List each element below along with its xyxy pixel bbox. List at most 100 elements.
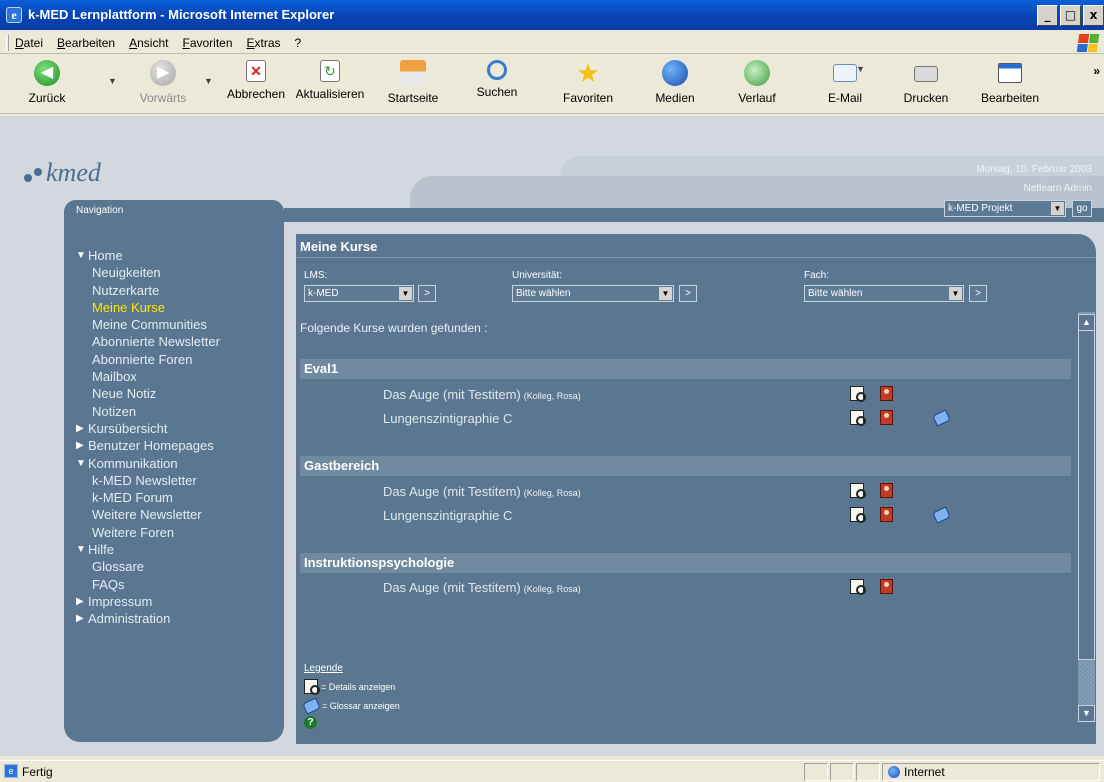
toolbar-more-chevron[interactable]: » bbox=[1093, 64, 1100, 78]
legend-title[interactable]: Legende bbox=[304, 663, 343, 674]
scroll-down-button[interactable]: ▼ bbox=[1078, 705, 1095, 722]
status-bar: e Fertig Internet bbox=[0, 760, 1104, 782]
nav-weitere-newsletter[interactable]: Weitere Newsletter bbox=[76, 506, 220, 523]
legend-glossar-text: = Glossar anzeigen bbox=[322, 701, 400, 711]
fach-select[interactable]: Bitte wählen ▼ bbox=[804, 285, 964, 302]
back-button[interactable]: ◀ Zurück bbox=[22, 60, 72, 105]
tutor-icon[interactable] bbox=[880, 579, 893, 594]
close-button[interactable]: x bbox=[1083, 5, 1104, 26]
favorites-button[interactable]: ★ Favoriten bbox=[556, 60, 620, 105]
menu-help[interactable]: ? bbox=[295, 36, 302, 50]
glossar-icon[interactable] bbox=[932, 506, 951, 524]
minimize-button[interactable]: _ bbox=[1037, 5, 1058, 26]
forward-button[interactable]: ▶ Vorwärts bbox=[128, 60, 198, 105]
status-pane bbox=[830, 763, 854, 781]
media-label: Medien bbox=[655, 91, 695, 105]
print-button[interactable]: Drucken bbox=[900, 60, 952, 105]
nav-faqs[interactable]: FAQs bbox=[76, 576, 220, 593]
nav-benutzer-homepages[interactable]: ▶ Benutzer Homepages bbox=[76, 437, 220, 454]
scroll-up-button[interactable]: ▲ bbox=[1078, 314, 1095, 331]
stop-button[interactable]: ✕ Abbrechen bbox=[224, 60, 288, 101]
nav-kmed-forum[interactable]: k-MED Forum bbox=[76, 489, 220, 506]
current-user: Netlearn Admin bbox=[1023, 183, 1092, 194]
details-icon[interactable] bbox=[850, 410, 866, 426]
tutor-icon[interactable] bbox=[880, 410, 893, 425]
nav-weitere-foren[interactable]: Weitere Foren bbox=[76, 524, 220, 541]
nav-nutzerkarte[interactable]: Nutzerkarte bbox=[76, 282, 220, 299]
course-link[interactable]: Das Auge (mit Testitem) (Kolleg, Rosa) bbox=[383, 580, 581, 595]
uni-select[interactable]: Bitte wählen ▼ bbox=[512, 285, 674, 302]
nav-meine-kurse[interactable]: Meine Kurse bbox=[76, 299, 220, 316]
uni-label: Universität: bbox=[512, 270, 563, 281]
course-link[interactable]: Lungenszintigraphie C bbox=[383, 508, 512, 523]
home-button[interactable]: Startseite bbox=[380, 60, 446, 105]
nav-kursuebersicht[interactable]: ▶ Kursübersicht bbox=[76, 420, 220, 437]
nav-mailbox[interactable]: Mailbox bbox=[76, 368, 220, 385]
refresh-label: Aktualisieren bbox=[295, 87, 365, 101]
mail-dropdown-icon[interactable]: ▼ bbox=[856, 64, 865, 74]
project-go-button[interactable]: go bbox=[1072, 200, 1092, 217]
course-row: Lungenszintigraphie C bbox=[300, 505, 1071, 527]
nav-notizen[interactable]: Notizen bbox=[76, 403, 220, 420]
fach-go-button[interactable]: > bbox=[969, 285, 987, 302]
refresh-button[interactable]: ↻ Aktualisieren bbox=[292, 60, 368, 101]
tutor-icon[interactable] bbox=[880, 386, 893, 401]
details-icon[interactable] bbox=[850, 386, 866, 402]
content-scrollbar-thumb[interactable] bbox=[1078, 330, 1095, 660]
menu-ansicht[interactable]: Ansicht bbox=[129, 36, 168, 50]
nav-home[interactable]: ▼ Home bbox=[76, 247, 220, 264]
uni-go-button[interactable]: > bbox=[679, 285, 697, 302]
course-link[interactable]: Lungenszintigraphie C bbox=[383, 411, 512, 426]
stop-label: Abbrechen bbox=[226, 87, 286, 101]
tutor-icon[interactable] bbox=[880, 507, 893, 522]
details-icon[interactable] bbox=[850, 507, 866, 523]
nav-abonnierte-newsletter[interactable]: Abonnierte Newsletter bbox=[76, 333, 220, 350]
nav-meine-communities[interactable]: Meine Communities bbox=[76, 316, 220, 333]
course-link[interactable]: Das Auge (mit Testitem) (Kolleg, Rosa) bbox=[383, 484, 581, 499]
lms-label: LMS: bbox=[304, 270, 328, 281]
nav-kommunikation[interactable]: ▼ Kommunikation bbox=[76, 455, 220, 472]
menu-favoriten[interactable]: Favoriten bbox=[182, 36, 232, 50]
mail-icon bbox=[833, 64, 857, 82]
forward-arrow-icon: ▶ bbox=[150, 60, 176, 86]
nav-administration[interactable]: ▶ Administration bbox=[76, 610, 220, 627]
home-label: Startseite bbox=[387, 91, 439, 105]
search-button[interactable]: Suchen bbox=[472, 60, 522, 99]
menu-extras[interactable]: Extras bbox=[247, 36, 281, 50]
course-group-header: Gastbereich bbox=[300, 456, 1071, 476]
nav-neue-notiz[interactable]: Neue Notiz bbox=[76, 385, 220, 402]
project-select[interactable]: k-MED Projekt ▼ bbox=[944, 200, 1066, 217]
menu-bar: Datei Bearbeiten Ansicht Favoriten Extra… bbox=[0, 32, 1104, 54]
details-icon[interactable] bbox=[850, 483, 866, 499]
media-button[interactable]: Medien bbox=[652, 60, 698, 105]
search-icon bbox=[487, 60, 507, 80]
forward-dropdown-icon[interactable]: ▼ bbox=[204, 76, 213, 86]
chevron-down-icon: ▼ bbox=[1051, 202, 1064, 215]
nav-neuigkeiten[interactable]: Neuigkeiten bbox=[76, 264, 220, 281]
lms-go-button[interactable]: > bbox=[418, 285, 436, 302]
history-button[interactable]: Verlauf bbox=[730, 60, 784, 105]
glossar-icon[interactable] bbox=[932, 409, 951, 427]
maximize-button[interactable]: □ bbox=[1060, 5, 1081, 26]
nav-abonnierte-foren[interactable]: Abonnierte Foren bbox=[76, 351, 220, 368]
kmed-logo[interactable]: kmed bbox=[24, 158, 101, 188]
nav-hilfe[interactable]: ▼ Hilfe bbox=[76, 541, 220, 558]
menu-bearbeiten[interactable]: Bearbeiten bbox=[57, 36, 115, 50]
course-link[interactable]: Das Auge (mit Testitem) (Kolleg, Rosa) bbox=[383, 387, 581, 402]
triangle-right-icon: ▶ bbox=[76, 422, 84, 434]
nav-glossare[interactable]: Glossare bbox=[76, 558, 220, 575]
edit-button[interactable]: Bearbeiten bbox=[978, 60, 1042, 105]
tutor-icon[interactable] bbox=[880, 483, 893, 498]
lms-select[interactable]: k-MED ▼ bbox=[304, 285, 414, 302]
course-tutors: (Kolleg, Rosa) bbox=[523, 391, 581, 401]
back-dropdown-icon[interactable]: ▼ bbox=[108, 76, 117, 86]
menu-datei[interactable]: Datei bbox=[15, 36, 43, 50]
window-titlebar[interactable]: e k-MED Lernplattform - Microsoft Intern… bbox=[0, 0, 1104, 30]
logo-text: kmed bbox=[46, 158, 101, 187]
details-icon[interactable] bbox=[850, 579, 866, 595]
nav-kmed-newsletter[interactable]: k-MED Newsletter bbox=[76, 472, 220, 489]
nav-impressum[interactable]: ▶ Impressum bbox=[76, 593, 220, 610]
mail-label: E-Mail bbox=[827, 91, 862, 105]
history-icon bbox=[744, 60, 770, 86]
legend-details-text: = Details anzeigen bbox=[321, 681, 396, 692]
